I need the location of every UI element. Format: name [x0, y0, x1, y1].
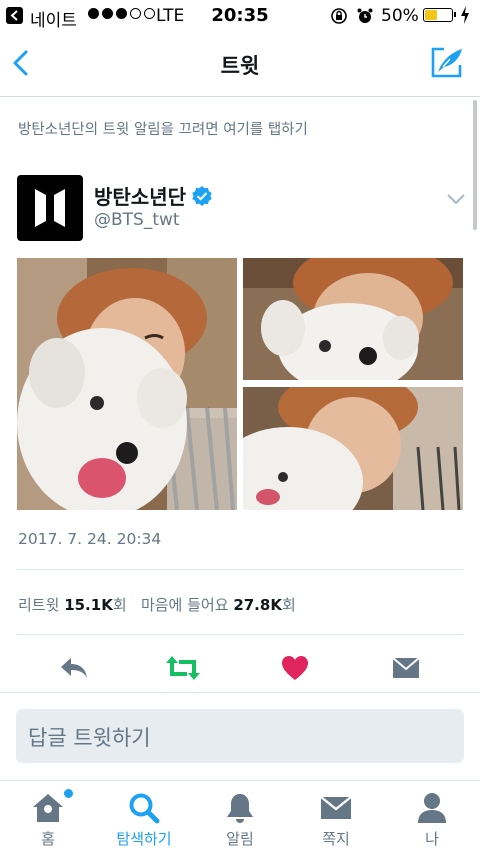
- author-handle[interactable]: @BTS_twt: [94, 210, 180, 230]
- compose-feather-icon: [431, 47, 462, 78]
- like-count: 27.8K: [233, 596, 282, 614]
- divider: [17, 569, 463, 570]
- retweet-button[interactable]: [163, 650, 203, 686]
- retweet-count: 15.1K: [64, 596, 113, 614]
- tweet-stats[interactable]: 리트윗 15.1K회 마음에 들어요 27.8K회: [18, 594, 296, 615]
- alarm-icon: [356, 7, 374, 30]
- tab-explore[interactable]: 탐색하기: [96, 781, 192, 853]
- tweet-photo-3[interactable]: [243, 387, 463, 510]
- reply-button[interactable]: [54, 650, 94, 686]
- tweet-photo-2[interactable]: [243, 258, 463, 380]
- divider: [0, 692, 480, 693]
- charging-icon: [460, 6, 470, 29]
- search-icon: [129, 793, 160, 824]
- retweet-unit: 회: [112, 596, 127, 614]
- tweet-timestamp: 2017. 7. 24. 20:34: [18, 530, 162, 548]
- tab-notifications[interactable]: 알림: [192, 781, 288, 853]
- tab-profile-label: 나: [425, 830, 439, 848]
- like-button[interactable]: [275, 650, 315, 686]
- retweet-label: 리트윗: [18, 596, 60, 614]
- envelope-icon: [320, 796, 352, 819]
- reply-arrow-icon: [61, 658, 87, 678]
- heart-icon: [282, 656, 308, 680]
- navigation-bar: 트윗: [0, 32, 480, 97]
- tab-notifications-label: 알림: [226, 830, 254, 848]
- compose-tweet-button[interactable]: [428, 45, 466, 81]
- battery-icon: [423, 8, 456, 22]
- tweet-photo-1[interactable]: [17, 258, 237, 510]
- divider: [17, 634, 463, 635]
- rotation-lock-icon: [330, 7, 348, 30]
- turn-off-notifications-link[interactable]: 방탄소년단의 트윗 알림을 끄려면 여기를 탭하기: [18, 118, 308, 139]
- chevron-down-icon: [447, 194, 465, 205]
- scroll-indicator: [473, 100, 477, 230]
- retweet-icon: [166, 656, 200, 680]
- tab-messages-label: 쪽지: [322, 830, 350, 848]
- tab-messages[interactable]: 쪽지: [288, 781, 384, 853]
- tab-home[interactable]: 홈: [0, 781, 96, 853]
- like-unit: 회: [281, 596, 296, 614]
- verified-badge-icon: [192, 185, 212, 206]
- tab-explore-label: 탐색하기: [116, 830, 172, 848]
- tweet-options-button[interactable]: [446, 190, 466, 209]
- person-icon: [418, 793, 446, 823]
- new-content-dot: [64, 789, 73, 798]
- envelope-icon: [392, 657, 420, 678]
- like-label: 마음에 들어요: [140, 596, 229, 614]
- home-icon: [33, 794, 63, 822]
- reply-input[interactable]: 답글 트윗하기: [16, 709, 464, 763]
- bell-icon: [227, 794, 253, 823]
- bts-logo-icon: [35, 189, 65, 227]
- reply-placeholder: 답글 트윗하기: [28, 726, 151, 750]
- tab-profile[interactable]: 나: [384, 781, 480, 853]
- tab-bar: 홈 탐색하기 알림 쪽지 나: [0, 780, 480, 853]
- page-title: 트윗: [220, 54, 260, 78]
- battery-percent: 50%: [381, 6, 419, 26]
- author-display-name: 방탄소년단: [94, 185, 186, 209]
- avatar[interactable]: [17, 175, 83, 241]
- battery-fill: [425, 10, 437, 20]
- status-bar: 네이트 LTE 20:35 50%: [0, 0, 480, 32]
- direct-message-button[interactable]: [386, 650, 426, 686]
- author-name-row[interactable]: 방탄소년단: [94, 181, 212, 210]
- tab-home-label: 홈: [41, 830, 55, 848]
